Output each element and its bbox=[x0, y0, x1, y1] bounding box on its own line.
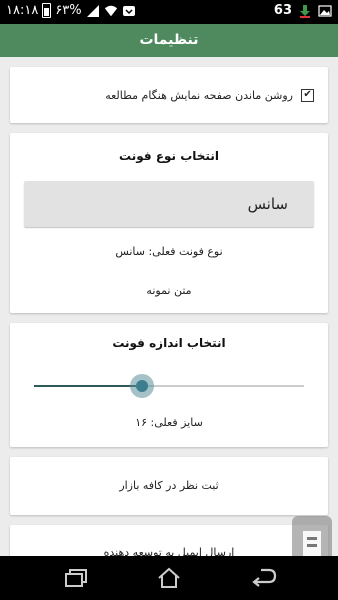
page-title: تنظیمات bbox=[139, 32, 199, 48]
battery-icon bbox=[42, 3, 52, 18]
settings-list[interactable]: ✔ روشن ماندن صفحه نمایش هنگام مطالعه انت… bbox=[0, 57, 338, 556]
font-size-title: انتخاب اندازه فونت bbox=[112, 336, 226, 350]
font-type-title: انتخاب نوع فونت bbox=[119, 149, 219, 163]
current-size-label: سایز فعلی: ۱۶ bbox=[135, 416, 203, 429]
font-type-selected: سانس bbox=[247, 195, 288, 213]
font-size-card: انتخاب اندازه فونت سایز فعلی: ۱۶ bbox=[10, 323, 328, 447]
home-button[interactable] bbox=[155, 566, 183, 590]
nav-bar bbox=[0, 556, 338, 600]
slider-thumb[interactable] bbox=[130, 374, 154, 398]
notification-app-icon bbox=[122, 5, 135, 16]
back-button[interactable] bbox=[250, 566, 278, 590]
app-bar: تنظیمات bbox=[0, 24, 338, 57]
image-icon bbox=[318, 4, 332, 17]
font-type-selector[interactable]: سانس bbox=[24, 181, 314, 227]
keep-screen-on-label: روشن ماندن صفحه نمایش هنگام مطالعه bbox=[105, 88, 293, 102]
download-icon bbox=[300, 4, 310, 18]
signal-icon bbox=[86, 4, 99, 17]
battery-percent: ۶۳% bbox=[55, 3, 82, 18]
current-font-label: نوع فونت فعلی: سانس bbox=[115, 245, 223, 258]
font-size-slider[interactable] bbox=[34, 374, 304, 398]
status-bar: ۱۸:۱۸ ۶۳% 63 bbox=[0, 0, 338, 24]
wifi-icon bbox=[104, 5, 117, 16]
notification-count: 63 bbox=[273, 3, 292, 18]
rate-app-label: ثبت نظر در کافه بازار bbox=[119, 479, 219, 492]
status-time: ۱۸:۱۸ bbox=[6, 3, 39, 18]
recent-apps-button[interactable] bbox=[62, 566, 90, 590]
keep-screen-on-card[interactable]: ✔ روشن ماندن صفحه نمایش هنگام مطالعه bbox=[10, 67, 328, 123]
rate-app-card[interactable]: ثبت نظر در کافه بازار bbox=[10, 457, 328, 515]
home-icon bbox=[158, 567, 180, 588]
slider-fill bbox=[34, 385, 142, 387]
contact-dev-label: ارسال ایمیل به توسعه دهنده bbox=[103, 546, 235, 556]
keep-screen-on-checkbox[interactable]: ✔ bbox=[301, 88, 314, 102]
font-type-card: انتخاب نوع فونت سانس نوع فونت فعلی: سانس… bbox=[10, 133, 328, 313]
sample-text: متن نمونه bbox=[146, 284, 192, 297]
back-icon bbox=[252, 568, 277, 587]
recent-apps-icon bbox=[65, 569, 87, 587]
contact-dev-card[interactable]: ارسال ایمیل به توسعه دهنده bbox=[10, 525, 328, 556]
